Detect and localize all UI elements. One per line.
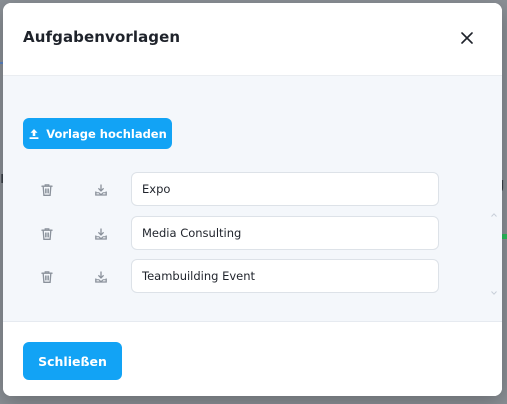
close-modal-button[interactable]: Schließen [23,342,122,380]
download-icon [95,228,107,240]
template-name-input[interactable] [131,259,439,293]
scroll-up-hint-icon [491,213,497,217]
modal-header: Aufgabenvorlagen [3,3,502,76]
close-button[interactable] [458,29,476,47]
delete-template-button[interactable] [38,225,56,243]
upload-template-button[interactable]: Vorlage hochladen [23,118,172,149]
delete-template-button[interactable] [38,268,56,286]
modal-footer: Schließen [3,322,502,396]
trash-icon [41,228,53,240]
close-icon [461,32,473,44]
template-row [3,216,502,252]
trash-icon [41,184,53,196]
modal-body: Vorlage hochladen [3,76,502,322]
modal-title: Aufgabenvorlagen [23,28,181,46]
download-template-button[interactable] [92,181,110,199]
template-row [3,172,502,208]
scroll-down-hint-icon [491,291,497,295]
upload-icon [29,128,39,139]
download-template-button[interactable] [92,225,110,243]
delete-template-button[interactable] [38,181,56,199]
download-icon [95,184,107,196]
template-row [3,259,502,295]
download-icon [95,271,107,283]
upload-template-label: Vorlage hochladen [46,126,167,141]
template-name-input[interactable] [131,172,439,206]
templates-modal: Aufgabenvorlagen Vorlage hochladen Expo … [3,3,502,396]
download-template-button[interactable] [92,268,110,286]
trash-icon [41,271,53,283]
template-name-input[interactable] [131,216,439,250]
